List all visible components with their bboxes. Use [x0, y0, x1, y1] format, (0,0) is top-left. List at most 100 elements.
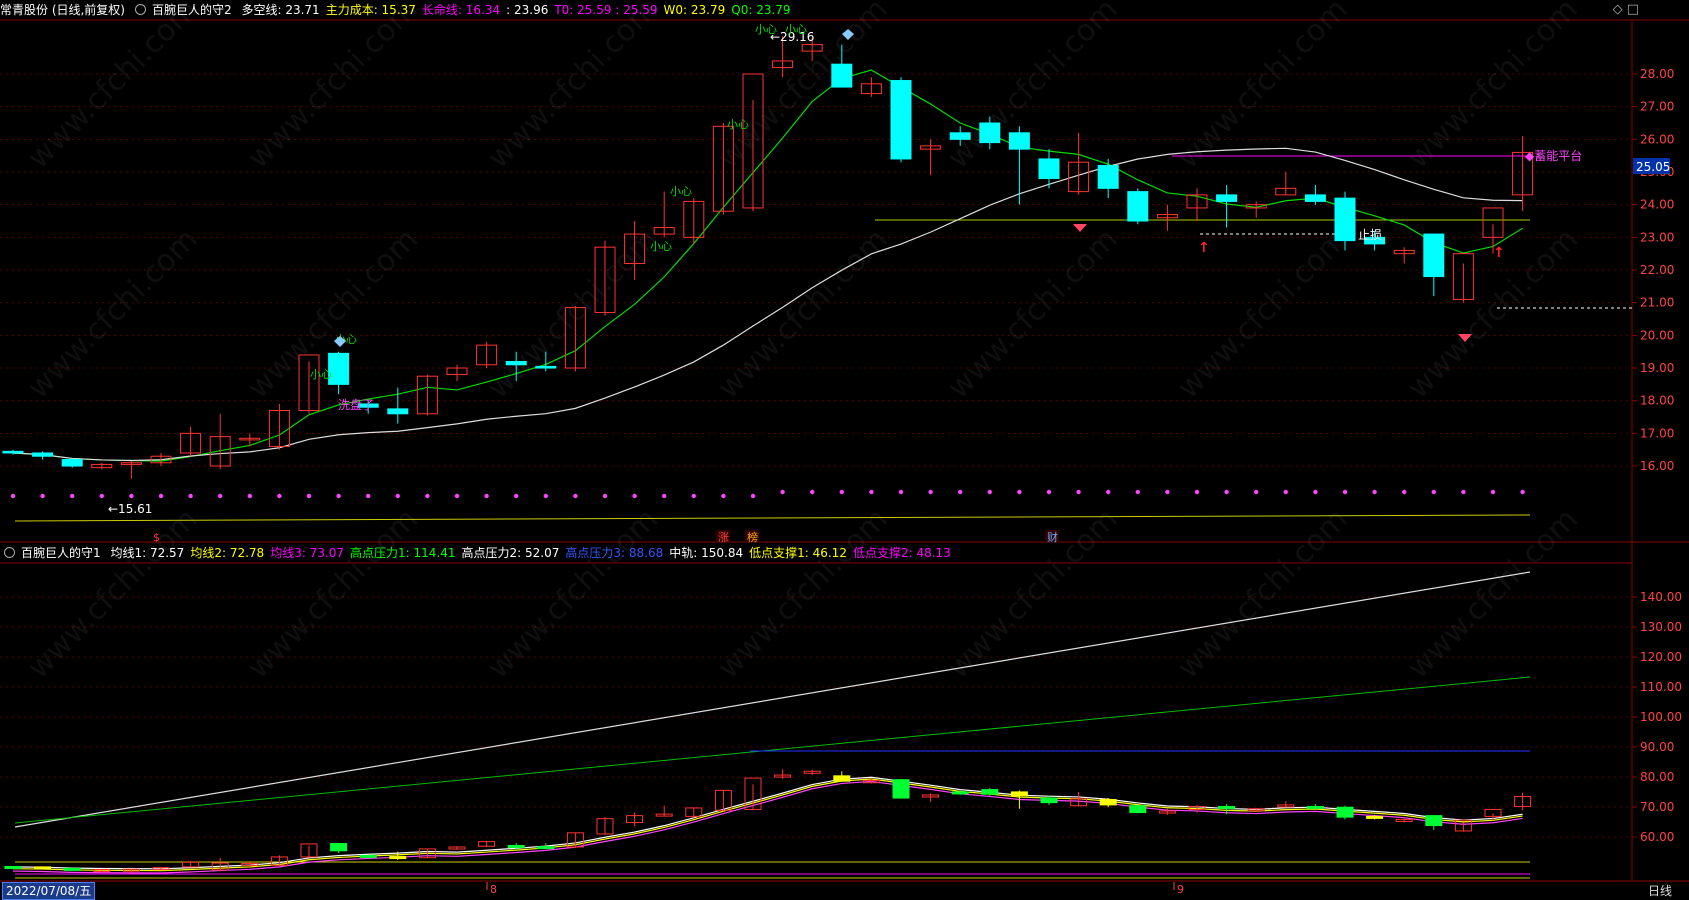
current-price-value: 25.05 — [1636, 160, 1670, 174]
lifeline-dot — [40, 493, 45, 499]
lifeline-dot — [395, 493, 400, 499]
sub-candle-body — [1425, 815, 1443, 827]
lifeline-dot — [425, 493, 430, 499]
watermark-text: www.cfchi.com — [1171, 502, 1355, 686]
lifeline-dot — [869, 489, 874, 495]
sub-candle-body — [1129, 805, 1147, 814]
candle-body — [1334, 197, 1356, 242]
watermark-text: www.cfchi.com — [941, 502, 1125, 686]
caution-label: 小心 — [755, 23, 777, 36]
lifeline-dot — [99, 493, 105, 499]
sub-candle-body — [359, 854, 377, 858]
lifeline-dot — [780, 489, 785, 495]
lifeline-dot — [1402, 489, 1407, 495]
price-axis-label: 19.00 — [1640, 361, 1674, 375]
price-axis-label: 26.00 — [1640, 132, 1674, 146]
lifeline-dot — [1342, 489, 1348, 495]
candle-body — [979, 122, 1001, 144]
candle-body — [949, 132, 971, 140]
watermark-text: www.cfchi.com — [481, 0, 665, 176]
sub-axis-label: 70.00 — [1640, 800, 1674, 814]
lifeline-dot — [454, 493, 460, 499]
lifeline-dot — [277, 493, 282, 499]
date-cursor-label: 2022/07/08/五 — [2, 882, 96, 900]
candle-body — [1008, 132, 1030, 150]
sub-axis-label: 130.00 — [1640, 620, 1682, 634]
watermark-text: www.cfchi.com — [941, 222, 1125, 406]
watermark-text: www.cfchi.com — [711, 502, 895, 686]
sub-ma2-line — [12, 778, 1523, 872]
event-marker: 榜 — [747, 530, 758, 544]
watermark-text: www.cfchi.com — [481, 502, 665, 686]
sub-candle-body — [981, 789, 999, 795]
watermark-text: www.cfchi.com — [21, 222, 205, 406]
lifeline-dot — [839, 489, 844, 495]
sub-axis-label: 140.00 — [1640, 590, 1682, 604]
lifeline-dot — [1520, 489, 1525, 495]
candle-body — [1304, 194, 1326, 202]
caution-label: 小心 — [727, 118, 749, 131]
caution-label: 小心 — [650, 240, 672, 253]
candle-body — [890, 80, 912, 160]
lifeline-dot — [366, 493, 371, 499]
lifeline-dot — [1313, 489, 1318, 495]
watermark-text: www.cfchi.com — [1401, 502, 1585, 686]
lifeline-dot — [1165, 489, 1170, 495]
lifeline-dot — [898, 489, 904, 495]
sub-candle-body — [833, 775, 851, 782]
sub-ma3-line — [12, 780, 1523, 874]
lifeline-dot — [129, 493, 134, 499]
candle-body — [2, 450, 24, 454]
sub-candle-body — [4, 865, 22, 869]
period-label[interactable]: 日线 — [1648, 882, 1672, 900]
lifeline-dot — [218, 493, 223, 499]
sub-axis-label: 120.00 — [1640, 650, 1682, 664]
price-axis-label: 24.00 — [1640, 198, 1674, 212]
sub-ma1-line — [12, 776, 1523, 870]
lifeline-dot — [1017, 489, 1022, 495]
price-axis-label: 20.00 — [1640, 328, 1674, 342]
lifeline-dot — [1372, 489, 1377, 495]
event-marker: $ — [153, 531, 160, 544]
sub-candle-body — [1336, 806, 1354, 818]
lifeline-dot — [543, 493, 548, 499]
lifeline-dot — [810, 489, 815, 495]
stoploss-label: 止损 — [1358, 228, 1382, 242]
signal-fan-icon — [1073, 224, 1087, 232]
candle-body — [1127, 191, 1149, 222]
watermark-text: www.cfchi.com — [21, 0, 205, 176]
lifeline-dot — [158, 493, 164, 499]
lifeline-dot — [306, 493, 312, 499]
lifeline-dot — [691, 493, 696, 499]
lifeline-dot — [1135, 489, 1141, 495]
lifeline-dot — [10, 493, 16, 499]
caution-label: 小心 — [785, 23, 807, 36]
sub-candle-body — [1099, 799, 1117, 806]
sub-axis-label: 110.00 — [1640, 680, 1682, 694]
lifeline-dot — [958, 489, 963, 495]
price-axis-label: 16.00 — [1640, 459, 1674, 473]
sub-candle-body — [389, 856, 407, 860]
sub-candle-body — [330, 843, 348, 852]
lifeline-dot — [721, 493, 726, 499]
sub-axis-label: 60.00 — [1640, 830, 1674, 844]
footer-bar: 2022/07/08/五 日线 — [0, 882, 1689, 900]
caution-label: 小心 — [670, 185, 692, 198]
price-chart-canvas[interactable]: 28.0027.0026.0025.0024.0023.0022.0021.00… — [0, 0, 1689, 900]
candle-body — [1216, 194, 1238, 202]
lifeline-dot — [602, 493, 608, 499]
candle-body — [387, 408, 409, 415]
lifeline-dot — [484, 493, 489, 499]
sub-candle-body — [537, 846, 555, 850]
lifeline-dot — [514, 493, 519, 499]
lifeline-dot — [247, 493, 252, 499]
sub-axis-label: 90.00 — [1640, 740, 1674, 754]
sub-candle-body — [1010, 791, 1028, 797]
price-axis-label: 23.00 — [1640, 230, 1674, 244]
lifeline-dot — [1283, 489, 1289, 495]
lifeline-dot — [1076, 489, 1081, 495]
watermark-text: www.cfchi.com — [481, 222, 665, 406]
lifeline-dot — [1461, 489, 1466, 495]
sub-candle-body — [1366, 815, 1384, 819]
lifeline-dot — [70, 493, 75, 499]
